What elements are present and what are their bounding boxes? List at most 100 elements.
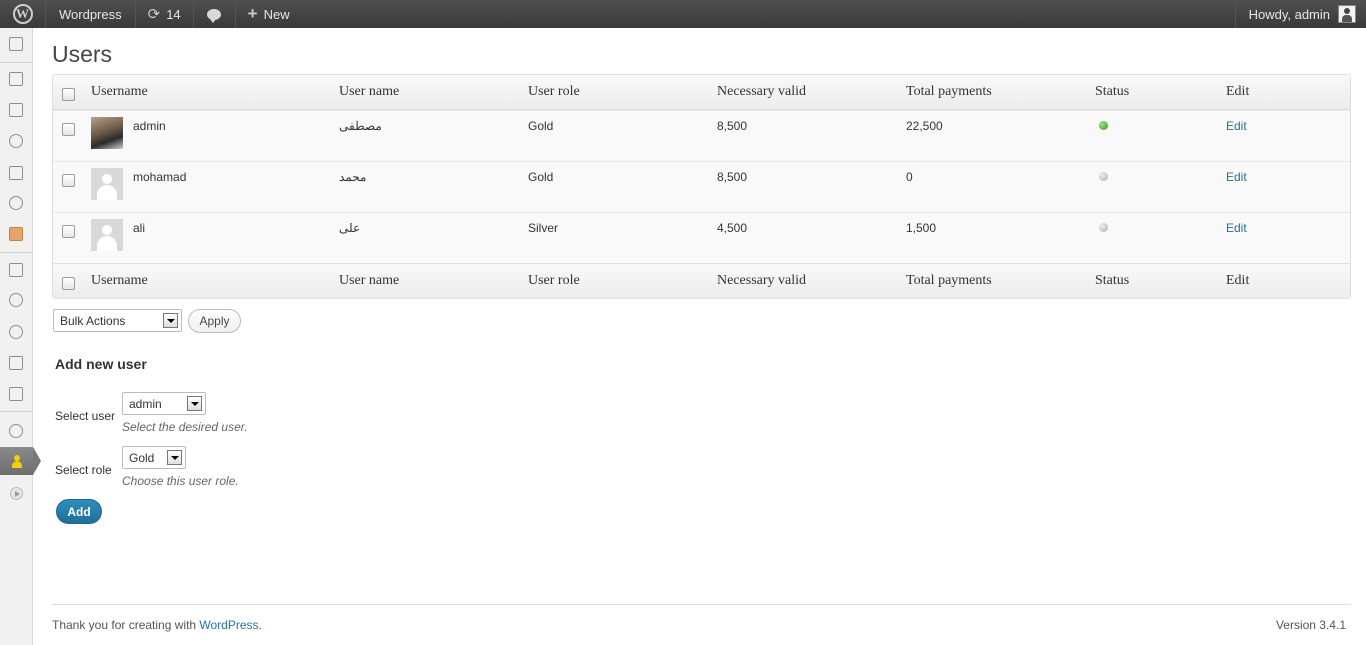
select-user-label: Select user xyxy=(55,409,116,423)
updates-count: 14 xyxy=(166,6,181,22)
col-edit[interactable]: Edit xyxy=(1226,84,1249,100)
comment-bubble-icon xyxy=(207,8,222,23)
name-cell: على xyxy=(339,221,361,235)
media-glyph xyxy=(9,103,23,117)
media-icon[interactable] xyxy=(0,96,32,124)
username-cell[interactable]: admin xyxy=(133,119,166,133)
footer-version: Version 3.4.1 xyxy=(1275,618,1346,632)
table-footer: Username User name User role Necessary v… xyxy=(53,263,1350,298)
comments-icon[interactable] xyxy=(0,189,32,217)
gear-glyph xyxy=(9,424,23,438)
select-user-hint: Select the desired user. xyxy=(122,420,248,434)
site-name-link[interactable]: Wordpress xyxy=(46,0,136,28)
role-cell: Gold xyxy=(528,119,554,133)
select-all-checkbox[interactable] xyxy=(62,88,75,101)
new-label: New xyxy=(263,6,290,22)
select-role-dropdown[interactable]: Gold xyxy=(122,446,186,469)
name-cell: محمد xyxy=(339,170,367,184)
dashboard-glyph xyxy=(9,37,23,51)
username-cell[interactable]: ali xyxy=(133,221,145,235)
users-current-icon[interactable] xyxy=(0,447,41,475)
edit-link[interactable]: Edit xyxy=(1226,221,1247,235)
apply-button[interactable]: Apply xyxy=(188,309,241,333)
select-user-value: admin xyxy=(129,396,162,411)
wordpress-link[interactable]: WordPress xyxy=(199,618,258,632)
footer-divider xyxy=(52,604,1351,605)
col-total-payments[interactable]: Total payments xyxy=(906,84,992,100)
bulk-actions-select[interactable]: Bulk Actions xyxy=(53,309,182,332)
select-role-label: Select role xyxy=(55,463,112,477)
col-user-role[interactable]: User role xyxy=(528,84,580,100)
wordpress-logo-menu[interactable]: W xyxy=(0,0,46,28)
role-cell: Silver xyxy=(528,221,559,235)
pages-icon[interactable] xyxy=(0,159,32,187)
col-necessary-valid[interactable]: Necessary valid xyxy=(717,273,806,289)
table-row: admin مصطفى Gold 8,500 22,500 Edit xyxy=(53,110,1350,161)
dashboard-icon[interactable] xyxy=(0,30,32,58)
gear-icon[interactable] xyxy=(0,417,32,445)
col-user-role[interactable]: User role xyxy=(528,273,580,289)
plus-icon: + xyxy=(247,4,258,23)
my-account-menu[interactable]: Howdy, admin xyxy=(1234,0,1366,28)
links-icon[interactable] xyxy=(0,127,32,155)
status-inactive-icon xyxy=(1099,223,1108,232)
add-user-heading: Add new user xyxy=(55,356,147,372)
row-checkbox[interactable] xyxy=(62,123,75,136)
menu-separator xyxy=(0,62,32,63)
add-user-button[interactable]: Add xyxy=(56,499,102,524)
role-cell: Gold xyxy=(528,170,554,184)
necessary-cell: 4,500 xyxy=(717,221,748,235)
menu-separator xyxy=(0,252,32,253)
status-active-icon xyxy=(1099,121,1108,130)
col-total-payments[interactable]: Total payments xyxy=(906,273,992,289)
custom-icon[interactable] xyxy=(0,220,32,248)
settings-icon[interactable] xyxy=(0,380,32,408)
user-avatar xyxy=(91,219,123,251)
new-content-menu[interactable]: + New xyxy=(236,0,302,28)
tools-icon[interactable] xyxy=(0,349,32,377)
col-edit[interactable]: Edit xyxy=(1226,273,1249,289)
edit-link[interactable]: Edit xyxy=(1226,170,1247,184)
username-cell[interactable]: mohamad xyxy=(133,170,186,184)
payments-cell: 22,500 xyxy=(906,119,943,133)
bulk-actions-value: Bulk Actions xyxy=(60,313,126,328)
users-icon[interactable] xyxy=(0,318,32,346)
admin-bar: W Wordpress ⟳ 14 + New Howdy, admin xyxy=(0,0,1366,28)
comments-link[interactable] xyxy=(194,0,236,28)
payments-cell: 1,500 xyxy=(906,221,937,235)
refresh-icon: ⟳ xyxy=(147,6,161,23)
col-necessary-valid[interactable]: Necessary valid xyxy=(717,84,806,100)
footer-thanks-prefix: Thank you for creating with xyxy=(52,618,200,632)
wordpress-logo-icon: W xyxy=(12,4,33,24)
pages-glyph xyxy=(9,166,23,180)
link-glyph xyxy=(9,134,23,148)
users-table: Username User name User role Necessary v… xyxy=(52,74,1351,299)
posts-icon[interactable] xyxy=(0,65,32,93)
necessary-cell: 8,500 xyxy=(717,170,748,184)
collapse-arrow-icon xyxy=(9,486,23,500)
col-status[interactable]: Status xyxy=(1095,273,1129,289)
table-row: mohamad محمد Gold 8,500 0 Edit xyxy=(53,161,1350,212)
row-checkbox[interactable] xyxy=(62,225,75,238)
row-checkbox[interactable] xyxy=(62,174,75,187)
admin-side-menu xyxy=(0,28,41,645)
col-user-name[interactable]: User name xyxy=(339,273,399,289)
col-user-name[interactable]: User name xyxy=(339,84,399,100)
table-row: ali على Silver 4,500 1,500 Edit xyxy=(53,212,1350,263)
collapse-menu-button[interactable] xyxy=(0,479,32,507)
col-username[interactable]: Username xyxy=(91,84,148,100)
dropdown-arrow-icon xyxy=(167,450,182,465)
footer-thanks: Thank you for creating with WordPress. xyxy=(52,618,262,632)
dropdown-arrow-icon xyxy=(187,396,202,411)
select-user-dropdown[interactable]: admin xyxy=(122,392,206,415)
appearance-icon[interactable] xyxy=(0,256,32,284)
col-status[interactable]: Status xyxy=(1095,84,1129,100)
edit-link[interactable]: Edit xyxy=(1226,119,1247,133)
select-all-checkbox[interactable] xyxy=(62,277,75,290)
col-username[interactable]: Username xyxy=(91,273,148,289)
updates-link[interactable]: ⟳ 14 xyxy=(136,0,194,28)
plugins-glyph xyxy=(9,293,23,307)
dropdown-arrow-icon xyxy=(163,313,178,328)
plugins-icon[interactable] xyxy=(0,286,32,314)
menu-separator xyxy=(0,411,32,412)
